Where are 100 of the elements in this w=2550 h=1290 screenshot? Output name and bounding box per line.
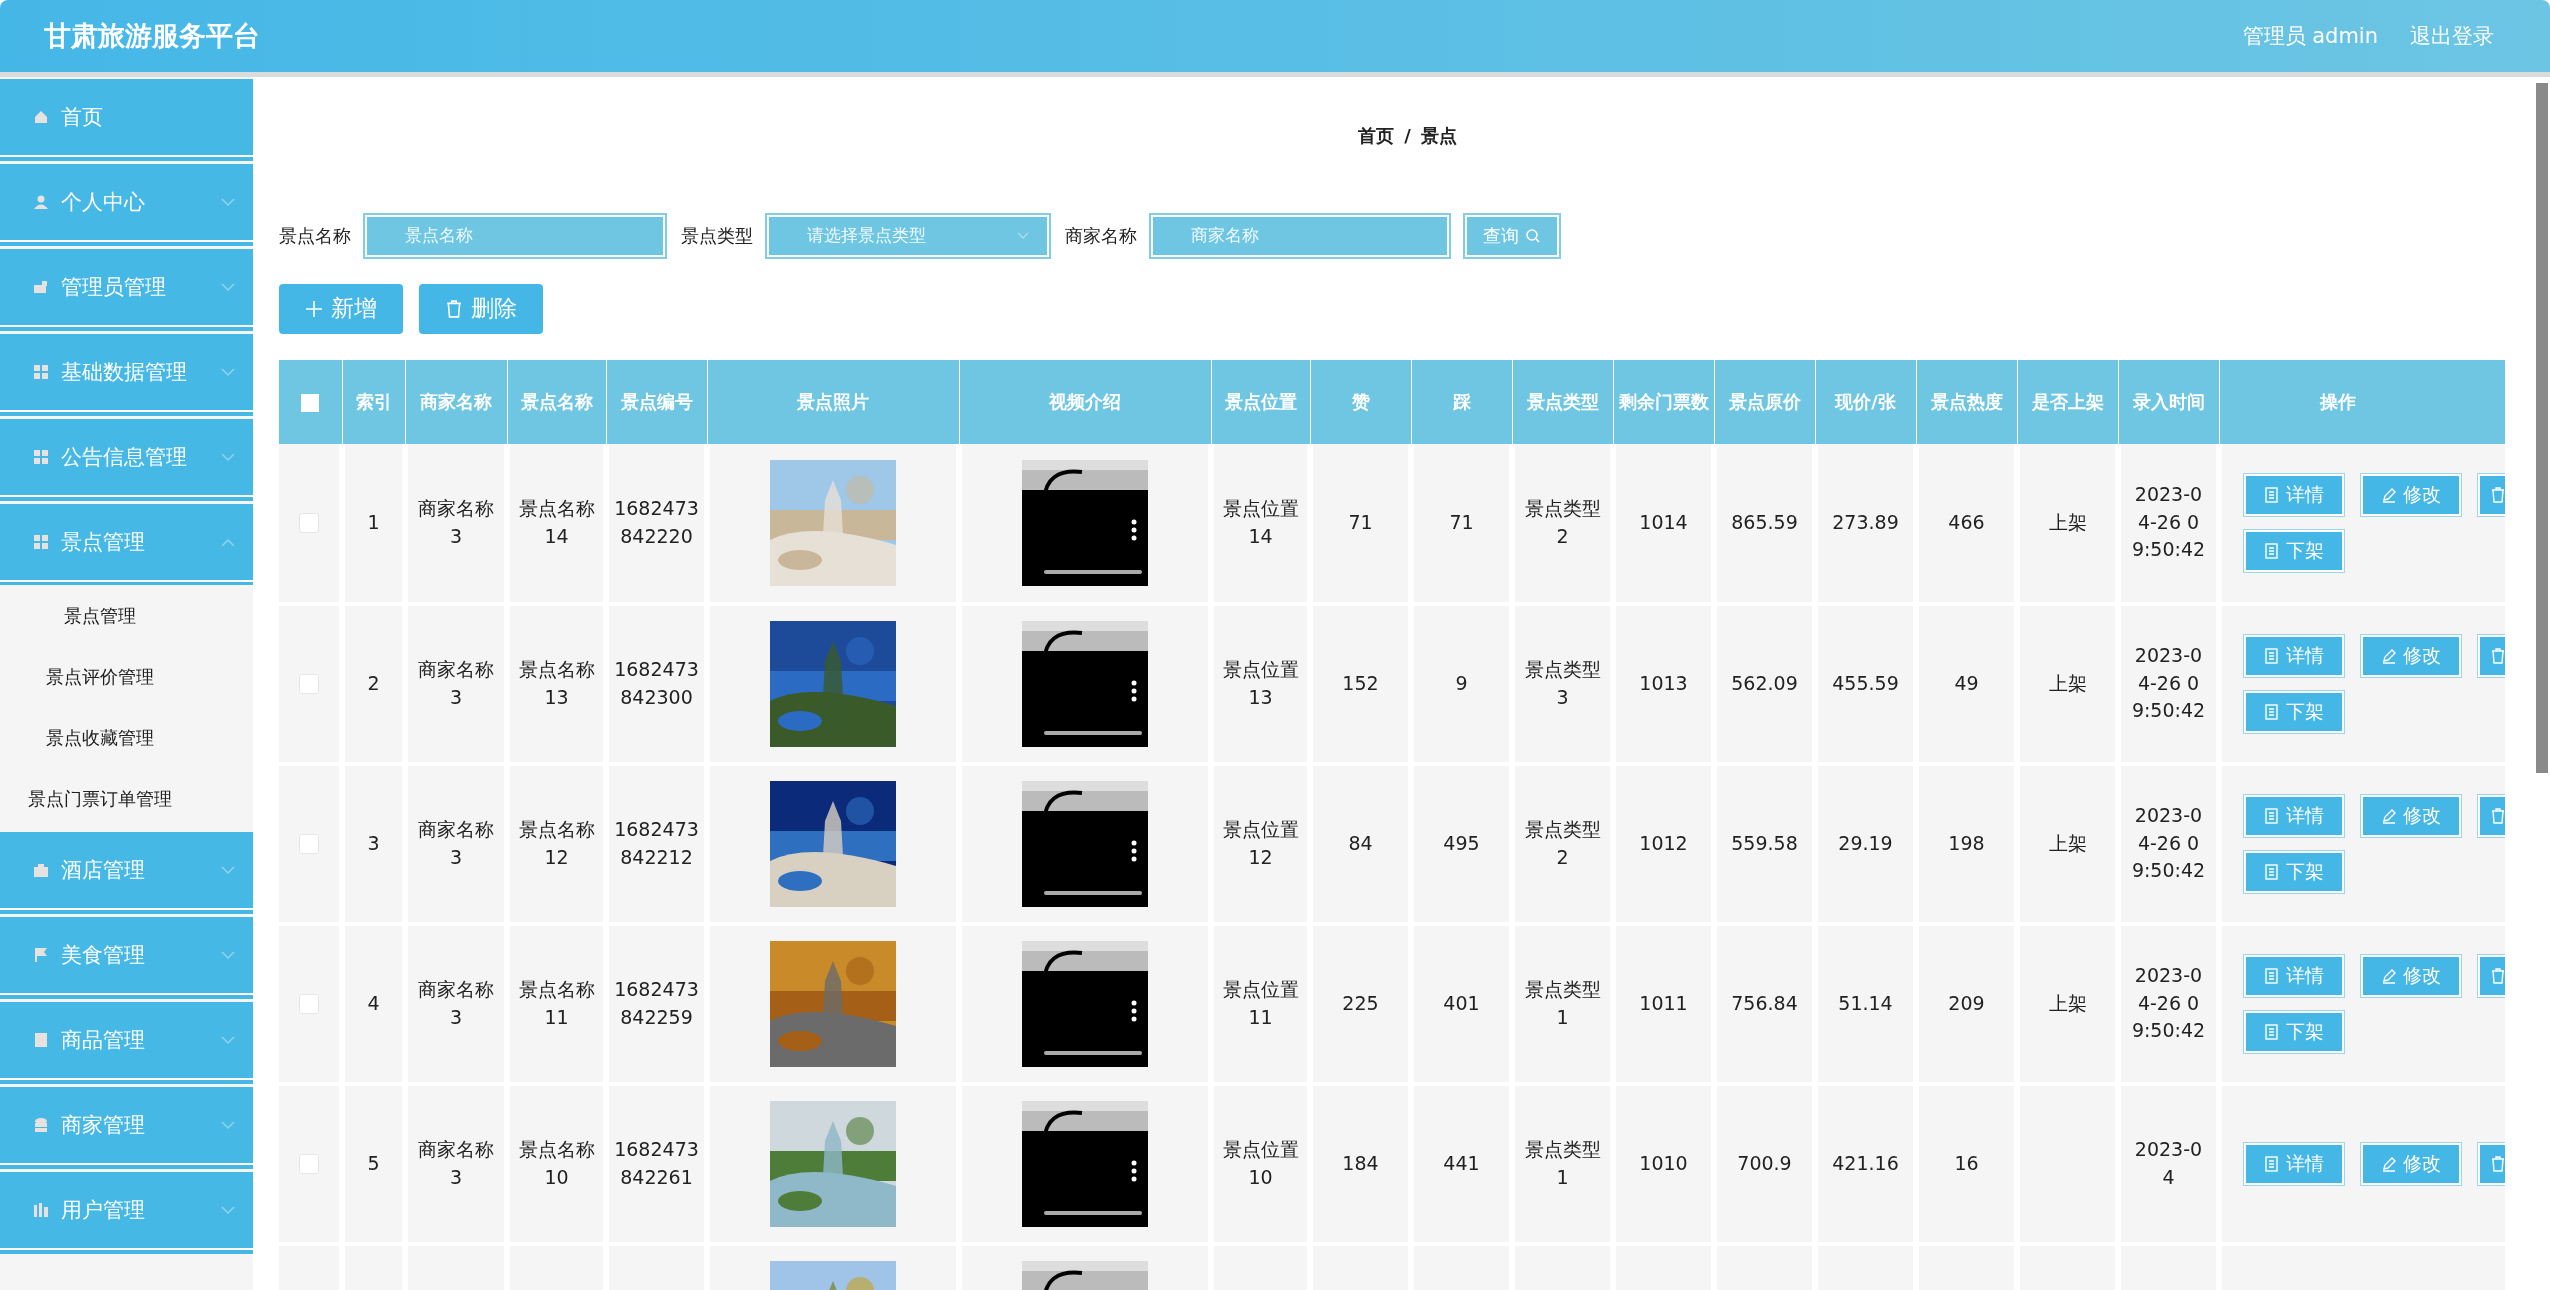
- breadcrumb-item[interactable]: 首页: [1358, 123, 1395, 148]
- user-label: 管理员 admin: [2242, 23, 2378, 50]
- table-cell: 51.14: [1838, 991, 1893, 1014]
- table-cell: 景点类型1: [1524, 978, 1601, 1028]
- table-cell: 559.58: [1731, 831, 1798, 854]
- column-header: 是否上架: [2017, 359, 2118, 444]
- document-icon: [2264, 863, 2280, 880]
- table-cell: 2023-04-26 09:50:42: [2131, 804, 2206, 882]
- action-button[interactable]: 详情: [2244, 954, 2344, 997]
- table-cell: 273.89: [1832, 510, 1899, 533]
- briefcase-icon: [33, 862, 49, 878]
- logout-link[interactable]: 退出登录: [2410, 22, 2494, 50]
- table-cell: 商家名称3: [418, 818, 494, 868]
- action-button[interactable]: 下架: [2244, 1010, 2344, 1053]
- table-cell: 700.9: [1737, 1151, 1792, 1174]
- field-label: 景点名称: [279, 223, 351, 248]
- table-cell: 1011: [1639, 991, 1688, 1014]
- scrollbar-thumb[interactable]: [2536, 83, 2548, 773]
- document-icon: [2264, 542, 2280, 559]
- edit-button[interactable]: 修改: [2361, 954, 2461, 997]
- submenu-item[interactable]: 景点收藏管理: [0, 707, 200, 768]
- app-title: 甘肃旅游服务平台: [44, 19, 261, 53]
- row-checkbox[interactable]: [299, 513, 319, 534]
- table-cell: 景点位置12: [1222, 818, 1299, 868]
- row-checkbox[interactable]: [299, 674, 319, 695]
- edit-button[interactable]: 修改: [2361, 1142, 2461, 1185]
- table-cell: 2023-04-26 09:50:42: [2131, 483, 2206, 561]
- table-cell: 2023-04: [2134, 1138, 2203, 1188]
- column-header: 景点原价: [1714, 359, 1815, 444]
- column-header: 操作: [2219, 359, 2505, 444]
- document-icon: [33, 1032, 49, 1048]
- edit-button[interactable]: 修改: [2361, 794, 2461, 837]
- column-header: 景点编号: [606, 359, 707, 444]
- delete-button[interactable]: 删除: [419, 283, 543, 334]
- row-checkbox[interactable]: [299, 994, 319, 1015]
- table-cell: 1010: [1639, 1151, 1688, 1174]
- input-field[interactable]: 景点名称: [365, 214, 665, 257]
- table-cell: 商家名称3: [418, 497, 494, 547]
- submenu-item[interactable]: 景点管理: [0, 585, 200, 646]
- table-cell: 上架: [2048, 510, 2087, 533]
- table-cell: 455.59: [1832, 671, 1899, 694]
- table-cell: 466: [1948, 510, 1985, 533]
- table-cell: 1682473842261: [614, 1138, 699, 1188]
- edit-button[interactable]: 修改: [2361, 473, 2461, 516]
- row-checkbox[interactable]: [299, 834, 319, 855]
- sidebar-item[interactable]: 景点管理: [0, 504, 253, 582]
- column-header: 剩余门票数: [1613, 359, 1714, 444]
- document-icon: [2264, 486, 2280, 503]
- trash-icon: [2490, 1155, 2505, 1172]
- action-button[interactable]: 下架: [2244, 690, 2344, 733]
- table-cell: 1: [367, 510, 380, 533]
- person-icon: [33, 194, 49, 210]
- search-icon: [1525, 227, 1541, 244]
- select-all-checkbox[interactable]: [301, 394, 320, 413]
- column-header: 现价/张: [1815, 359, 1916, 444]
- submenu-item[interactable]: 景点评价管理: [0, 646, 200, 707]
- document-icon: [2264, 807, 2280, 824]
- table-cell: 4: [367, 991, 380, 1014]
- table-cell: 景点位置14: [1222, 497, 1299, 547]
- table-cell: 562.09: [1731, 671, 1798, 694]
- add-button[interactable]: 新增: [279, 283, 403, 334]
- table-cell: 景点类型2: [1524, 497, 1601, 547]
- pencil-icon: [2381, 486, 2397, 503]
- table-cell: 421.16: [1832, 1151, 1899, 1174]
- grid-icon: [33, 364, 49, 380]
- table-cell: 景点类型3: [1524, 658, 1601, 708]
- action-button[interactable]: 详情: [2244, 1142, 2344, 1185]
- submenu-item[interactable]: 景点门票订单管理: [0, 768, 200, 829]
- column-header: 景点位置: [1211, 359, 1310, 444]
- table-cell: 49: [1954, 671, 1979, 694]
- table-cell: 1013: [1639, 671, 1688, 694]
- table-cell: 29.19: [1838, 831, 1893, 854]
- table-cell: 209: [1948, 991, 1985, 1014]
- table-cell: 71: [1348, 510, 1373, 533]
- edit-button[interactable]: 修改: [2361, 634, 2461, 677]
- table-cell: 景点名称12: [518, 818, 595, 868]
- table-cell: 441: [1443, 1151, 1480, 1174]
- action-button[interactable]: 详情: [2244, 473, 2344, 516]
- chevron-icon: [1017, 231, 1029, 240]
- table-cell: 景点位置10: [1222, 1138, 1299, 1188]
- action-button[interactable]: 下架: [2244, 529, 2344, 572]
- select-field[interactable]: 请选择景点类型: [767, 214, 1049, 257]
- query-button[interactable]: 查询: [1465, 214, 1559, 257]
- action-button[interactable]: 下架: [2244, 850, 2344, 893]
- table-cell: 756.84: [1731, 991, 1798, 1014]
- action-button[interactable]: 详情: [2244, 634, 2344, 677]
- table-cell: 9: [1455, 671, 1468, 694]
- action-button[interactable]: 详情: [2244, 794, 2344, 837]
- table-cell: 1682473842212: [614, 818, 699, 868]
- trash-icon: [445, 299, 463, 318]
- input-field[interactable]: 商家名称: [1151, 214, 1449, 257]
- row-checkbox[interactable]: [299, 1154, 319, 1175]
- column-header: 索引: [342, 359, 405, 444]
- table-cell: 401: [1443, 991, 1480, 1014]
- table-cell: 2: [367, 671, 380, 694]
- breadcrumb-separator: /: [1404, 125, 1411, 147]
- column-header: 景点类型: [1512, 359, 1613, 444]
- table-cell: 16: [1954, 1151, 1979, 1174]
- table-cell: 2023-04-26 09:50:42: [2131, 964, 2206, 1042]
- table-cell: 上架: [2048, 671, 2087, 694]
